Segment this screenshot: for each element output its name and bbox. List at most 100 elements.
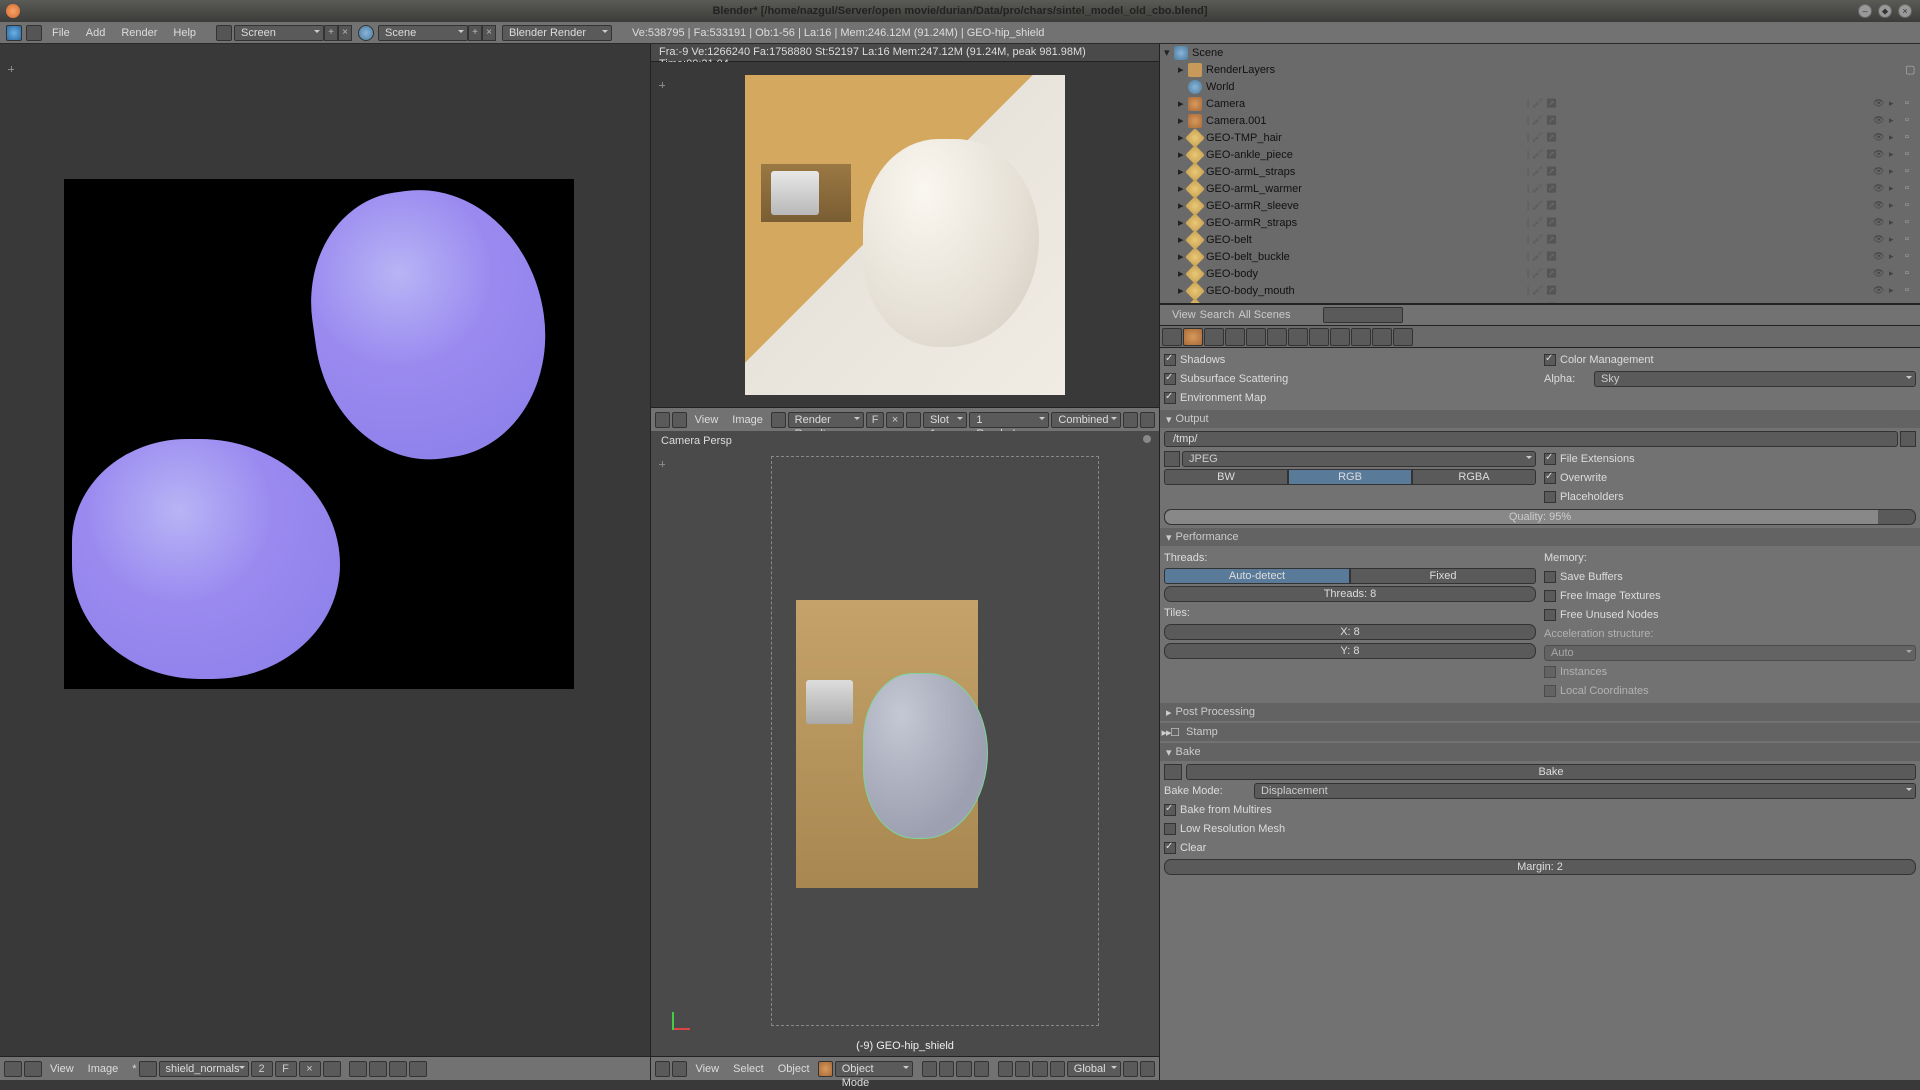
render-icon[interactable]: ▫ xyxy=(1905,114,1919,128)
menu-help[interactable]: Help xyxy=(165,27,204,39)
close-icon[interactable] xyxy=(1140,412,1155,428)
tiles-y[interactable]: Y: 8 xyxy=(1164,643,1536,659)
bake-header[interactable]: Bake xyxy=(1160,743,1920,761)
scale-icon[interactable] xyxy=(1050,1061,1065,1077)
app-menu-icon[interactable] xyxy=(6,25,22,41)
visibility-icon[interactable] xyxy=(1873,199,1887,213)
menu-render[interactable]: Render xyxy=(113,27,165,39)
uv-image-editor[interactable] xyxy=(0,44,650,1056)
bake-button[interactable]: Bake xyxy=(1186,764,1916,780)
channel-icon[interactable] xyxy=(409,1061,427,1077)
visibility-icon[interactable] xyxy=(1873,233,1887,247)
tab-material[interactable] xyxy=(1330,328,1350,346)
visibility-icon[interactable] xyxy=(1873,267,1887,281)
snap-target-icon[interactable] xyxy=(1140,1061,1155,1077)
shadows-check[interactable] xyxy=(1164,354,1176,366)
bake-icon[interactable] xyxy=(1164,764,1182,780)
render-icon[interactable]: ▫ xyxy=(1905,216,1919,230)
visibility-icon[interactable] xyxy=(1873,131,1887,145)
search-input[interactable] xyxy=(1323,307,1403,323)
quality-slider[interactable]: Quality: 95% xyxy=(1164,509,1916,525)
envmap-check[interactable] xyxy=(1164,392,1176,404)
render-unlink[interactable]: × xyxy=(886,412,904,428)
multires-check[interactable] xyxy=(1164,804,1176,816)
engine-dropdown[interactable]: Blender Render xyxy=(502,25,612,41)
layer-dropdown[interactable]: 1 RenderLaye xyxy=(969,412,1049,428)
select-icon[interactable] xyxy=(1889,97,1903,111)
bw-button[interactable]: BW xyxy=(1164,469,1288,485)
scope-dropdown[interactable]: All Scenes xyxy=(1239,309,1319,321)
screen-add[interactable]: + xyxy=(324,25,338,41)
tab-constraints[interactable] xyxy=(1267,328,1287,346)
tab-scene[interactable] xyxy=(1162,328,1182,346)
tri-icon[interactable] xyxy=(24,1061,42,1077)
lowres-check[interactable] xyxy=(1164,823,1176,835)
outliner-item[interactable]: ▸GEO-armR_straps| 🖌 ↗▫ xyxy=(1160,214,1920,231)
tab-object[interactable] xyxy=(1246,328,1266,346)
menu-view[interactable]: View xyxy=(1172,309,1196,321)
menu-view[interactable]: View xyxy=(689,1063,725,1075)
menu-search[interactable]: Search xyxy=(1200,309,1235,321)
slot-dropdown[interactable]: Slot 1 xyxy=(923,412,967,428)
render-icon[interactable]: ▫ xyxy=(1905,148,1919,162)
menu-view[interactable]: View xyxy=(689,414,725,426)
select-icon[interactable] xyxy=(1889,216,1903,230)
image-name[interactable]: shield_normals xyxy=(159,1061,249,1077)
image-users[interactable]: 2 xyxy=(251,1061,273,1077)
img-browse-icon[interactable] xyxy=(771,412,786,428)
tab-texture[interactable] xyxy=(1351,328,1371,346)
menu-image[interactable]: Image xyxy=(726,414,769,426)
stamp-header[interactable]: ▸ ☐Stamp xyxy=(1160,723,1920,741)
alpha-dropdown[interactable]: Sky xyxy=(1594,371,1916,387)
3d-viewport[interactable]: Camera Persp (-9) GEO-hip_shield xyxy=(651,431,1159,1056)
visibility-icon[interactable] xyxy=(1873,250,1887,264)
uvsync-icon[interactable] xyxy=(369,1061,387,1077)
format-icon[interactable] xyxy=(1164,451,1180,467)
menu-add[interactable]: Add xyxy=(78,27,114,39)
image-fake[interactable]: F xyxy=(275,1061,297,1077)
render-icon[interactable]: ▫ xyxy=(1905,97,1919,111)
select-icon[interactable] xyxy=(1889,131,1903,145)
tab-render[interactable] xyxy=(1183,328,1203,346)
render-icon[interactable]: ▫ xyxy=(1905,233,1919,247)
format-dropdown[interactable]: JPEG xyxy=(1182,451,1536,467)
editor-type-icon[interactable] xyxy=(4,1061,22,1077)
render-icon[interactable]: ▫ xyxy=(1905,199,1919,213)
freenode-check[interactable] xyxy=(1544,609,1556,621)
rgba-button[interactable]: RGBA xyxy=(1412,469,1536,485)
clear-check[interactable] xyxy=(1164,842,1176,854)
browse-icon[interactable] xyxy=(1900,431,1916,447)
rgb-button[interactable]: RGB xyxy=(1288,469,1412,485)
outliner-item[interactable]: ▸GEO-TMP_hair| 🖌 ↗▫ xyxy=(1160,129,1920,146)
postprocess-header[interactable]: Post Processing xyxy=(1160,703,1920,721)
scene-add[interactable]: + xyxy=(468,25,482,41)
outliner-item[interactable]: ▸Camera.001| 🖌 ↗▫ xyxy=(1160,112,1920,129)
manipulator-icon[interactable] xyxy=(998,1061,1013,1077)
menu-image[interactable]: Image xyxy=(82,1063,125,1075)
output-path[interactable]: /tmp/ xyxy=(1164,431,1898,447)
tri-icon[interactable] xyxy=(672,1061,687,1077)
visibility-icon[interactable] xyxy=(1873,284,1887,298)
outliner-item[interactable]: ▸GEO-armL_warmer| 🖌 ↗▫ xyxy=(1160,180,1920,197)
render-icon[interactable]: ▫ xyxy=(1905,131,1919,145)
paint-icon[interactable] xyxy=(389,1061,407,1077)
lock-icon[interactable] xyxy=(974,1061,989,1077)
layers-icon[interactable] xyxy=(956,1061,971,1077)
sss-check[interactable] xyxy=(1164,373,1176,385)
screen-del[interactable]: × xyxy=(338,25,352,41)
overwrite-check[interactable] xyxy=(1544,472,1556,484)
fext-check[interactable] xyxy=(1544,453,1556,465)
bakemode-dropdown[interactable]: Displacement xyxy=(1254,783,1916,799)
pass-dropdown[interactable]: Combined xyxy=(1051,412,1121,428)
select-icon[interactable] xyxy=(1889,284,1903,298)
editor-type-icon[interactable] xyxy=(655,1061,670,1077)
performance-header[interactable]: Performance xyxy=(1160,528,1920,546)
outliner-item[interactable]: ▸GEO-armL_straps| 🖌 ↗▫ xyxy=(1160,163,1920,180)
outliner-item[interactable]: ▸GEO-body_mouth| 🖌 ↗▫ xyxy=(1160,282,1920,299)
editor-type-icon[interactable] xyxy=(655,412,670,428)
tri-icon[interactable] xyxy=(26,25,42,41)
translate-icon[interactable] xyxy=(1015,1061,1030,1077)
minimize-button[interactable]: – xyxy=(1858,4,1872,18)
scene-icon[interactable] xyxy=(358,25,374,41)
orientation-dropdown[interactable]: Global xyxy=(1067,1061,1121,1077)
